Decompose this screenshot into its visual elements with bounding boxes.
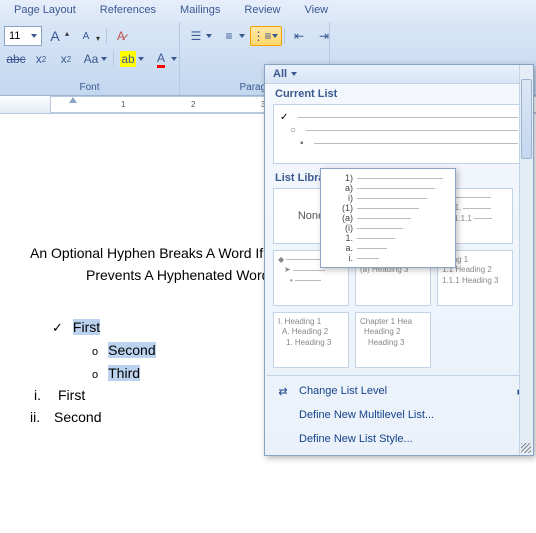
numbering-button[interactable]: ≡ bbox=[217, 26, 249, 46]
tab-references[interactable]: References bbox=[100, 2, 156, 20]
tab-review[interactable]: Review bbox=[244, 2, 280, 20]
font-group-label: Font bbox=[4, 81, 175, 93]
dropdown-scrollbar[interactable] bbox=[519, 65, 533, 455]
multilevel-list-button[interactable]: ⋮≡ bbox=[250, 26, 282, 46]
change-case-button[interactable]: Aa bbox=[79, 49, 111, 69]
superscript-button[interactable]: x2 bbox=[54, 49, 78, 69]
tab-page-layout[interactable]: Page Layout bbox=[14, 2, 76, 20]
font-group: 11 A▴ A▾ A̷ abc x2 x2 Aa ab A Font bbox=[0, 22, 180, 95]
indent-icon: ⇄ bbox=[275, 383, 291, 399]
current-list-preview[interactable] bbox=[273, 104, 525, 164]
font-size-combo[interactable]: 11 bbox=[4, 26, 42, 46]
dropdown-filter-all[interactable]: All bbox=[265, 65, 533, 84]
tab-mailings[interactable]: Mailings bbox=[180, 2, 220, 20]
highlight-button[interactable]: ab bbox=[116, 49, 148, 69]
current-list-label: Current List bbox=[265, 84, 533, 100]
tab-view[interactable]: View bbox=[304, 2, 328, 20]
bullets-button[interactable]: ☰ bbox=[184, 26, 216, 46]
define-list-style-item[interactable]: Define New List Style... bbox=[265, 427, 533, 451]
decrease-indent-button[interactable]: ⇤ bbox=[287, 26, 311, 46]
change-list-level-item[interactable]: ⇄Change List Level▸ bbox=[265, 379, 533, 403]
list-style-tooltip: 1) a) i) (1) (a) (i) 1. a. i. bbox=[320, 168, 456, 268]
resize-grip-icon[interactable] bbox=[521, 443, 531, 453]
font-color-button[interactable]: A bbox=[149, 49, 181, 69]
shrink-font-button[interactable]: A▾ bbox=[74, 26, 104, 46]
clear-format-button[interactable]: A̷ bbox=[109, 26, 133, 46]
increase-indent-button[interactable]: ⇥ bbox=[312, 26, 336, 46]
strike-button[interactable]: abc bbox=[4, 49, 28, 69]
grow-font-button[interactable]: A▴ bbox=[43, 26, 73, 46]
subscript-button[interactable]: x2 bbox=[29, 49, 53, 69]
define-multilevel-item[interactable]: Define New Multilevel List... bbox=[265, 403, 533, 427]
ribbon-tabs: Page Layout References Mailings Review V… bbox=[0, 0, 536, 22]
gallery-item-7[interactable]: I. Heading 1A. Heading 21. Heading 3 bbox=[273, 312, 349, 368]
gallery-item-8[interactable]: Chapter 1 HeaHeading 2Heading 3 bbox=[355, 312, 431, 368]
